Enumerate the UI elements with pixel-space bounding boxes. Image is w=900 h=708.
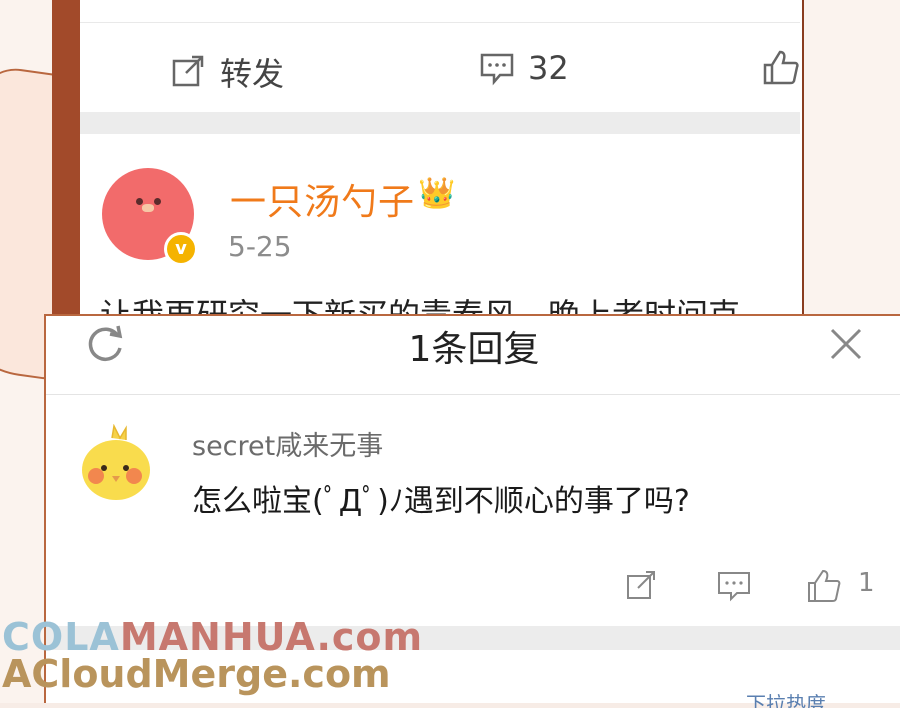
- post-action-bar: 转发 32: [80, 22, 800, 113]
- feed-divider: [80, 112, 800, 134]
- close-icon[interactable]: [828, 326, 864, 362]
- popup-header: 1条回复: [46, 316, 900, 395]
- verified-badge-icon: v: [164, 232, 198, 266]
- like-button[interactable]: [762, 49, 800, 87]
- reply-author-avatar[interactable]: [76, 424, 156, 504]
- reply-like-count: 1: [858, 568, 875, 598]
- avatar-beak: [142, 204, 154, 212]
- sort-hint[interactable]: 下拉热度: [746, 688, 826, 708]
- reply-author-name[interactable]: secret咸来无事: [192, 424, 383, 463]
- phone-frame: [52, 0, 83, 360]
- watermark-line-2: ACloudMerge.com: [2, 652, 391, 696]
- avatar-eye-right: [154, 198, 161, 205]
- comment-button[interactable]: 32: [478, 49, 569, 87]
- repost-label: 转发: [220, 55, 285, 93]
- popup-title: 1条回复: [408, 329, 540, 370]
- share-icon: [172, 55, 204, 87]
- comment-icon[interactable]: [716, 568, 752, 604]
- reply-text: 怎么啦宝(ﾟДﾟ)ﾉ遇到不顺心的事了吗?: [192, 484, 690, 519]
- comment-count: 32: [528, 49, 569, 87]
- comment-icon: [480, 53, 514, 86]
- thumbs-up-icon: [763, 50, 799, 85]
- post-date: 5-25: [228, 230, 292, 263]
- share-icon[interactable]: [624, 568, 660, 604]
- avatar-eye-left: [136, 198, 143, 205]
- crown-icon: 👑: [418, 176, 456, 211]
- post-author-name[interactable]: 一只汤勺子: [230, 173, 415, 225]
- thumbs-up-icon[interactable]: [806, 568, 842, 604]
- repost-button[interactable]: 转发: [170, 49, 284, 95]
